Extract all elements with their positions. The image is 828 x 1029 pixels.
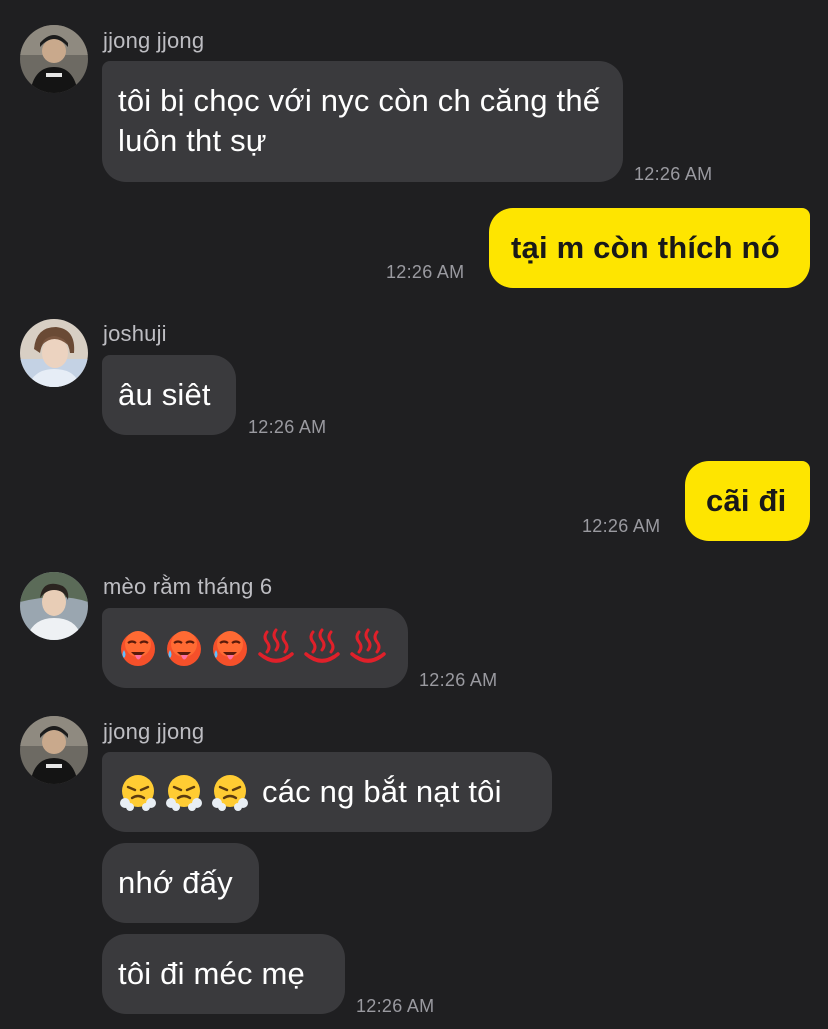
hot-face-icon [118,628,158,668]
face-with-steam-icon [210,772,250,812]
avatar-joshuji[interactable] [20,319,88,387]
hot-springs-icon [348,628,388,668]
timestamp: 12:26 AM [356,996,435,1016]
message-bubble[interactable]: tôi bị chọc với nyc còn ch căng thế luôn… [102,61,623,182]
message-text: tôi bị chọc với nyc còn ch căng thế luôn… [118,83,601,158]
message-bubble[interactable]: âu siêt [102,355,236,435]
avatar-jjong-jjong[interactable] [20,25,88,93]
timestamp: 12:26 AM [419,670,498,690]
my-message-bubble[interactable]: tại m còn thích nó [489,208,810,288]
hot-face-icon [164,628,204,668]
avatar-jjong-jjong[interactable] [20,716,88,784]
sender-name: jjong jjong [103,28,205,53]
my-message-bubble[interactable]: cãi đi [685,461,810,541]
hot-springs-icon [302,628,342,668]
hot-springs-icon [256,628,296,668]
message-text: cãi đi [706,483,787,518]
avatar-meo-ram-thang-6[interactable] [20,572,88,640]
sender-name: joshuji [103,321,167,346]
profile-photo-icon [20,572,88,640]
emoji-message-bubble[interactable] [102,608,408,688]
message-text: các ng bắt nạt tôi [262,774,502,809]
profile-photo-icon [20,716,88,784]
face-with-steam-icon [118,772,158,812]
sender-name: jjong jjong [103,719,205,744]
profile-photo-icon [20,25,88,93]
message-text: tại m còn thích nó [511,230,780,265]
timestamp: 12:26 AM [386,262,465,282]
timestamp: 12:26 AM [582,516,661,536]
timestamp: 12:26 AM [248,417,327,437]
message-bubble[interactable]: nhớ đấy [102,843,259,923]
face-with-steam-icon [164,772,204,812]
profile-photo-icon [20,319,88,387]
message-text: tôi đi méc mẹ [118,956,305,991]
sender-name: mèo rằm tháng 6 [103,574,273,599]
hot-face-icon [210,628,250,668]
message-text: nhớ đấy [118,865,233,900]
message-text: âu siêt [118,377,211,412]
message-bubble[interactable]: tôi đi méc mẹ [102,934,345,1014]
timestamp: 12:26 AM [634,164,713,184]
message-bubble[interactable]: các ng bắt nạt tôi [102,752,552,832]
